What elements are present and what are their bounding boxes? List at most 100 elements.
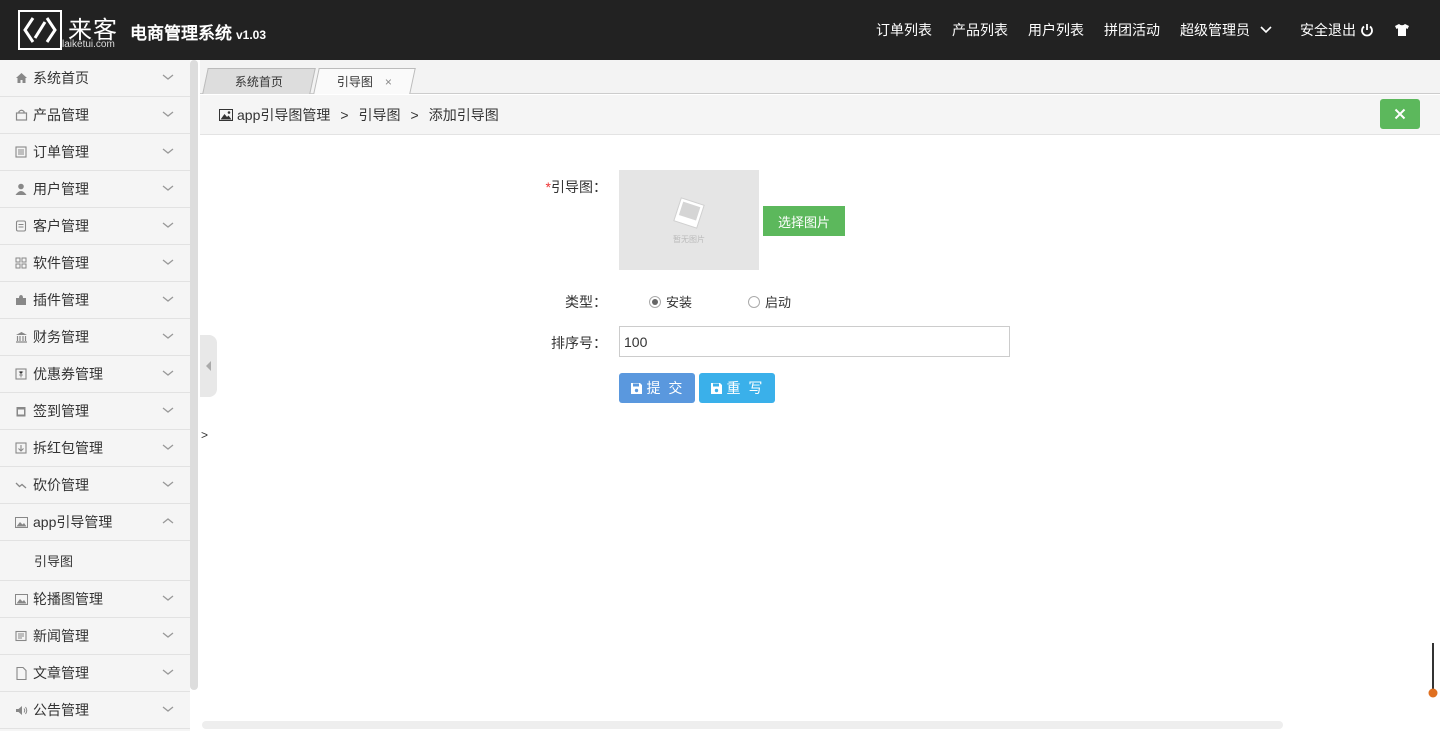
sidebar-item-carousel[interactable]: 轮播图管理 [0,581,190,618]
sidebar-scrollbar[interactable] [190,60,198,690]
sidebar-item-plugins[interactable]: 插件管理 [0,282,190,319]
chevron-down-icon [162,595,174,601]
chevron-down-icon [1260,26,1272,34]
breadcrumb-mid[interactable]: 引导图 [359,105,401,125]
chevron-down-icon [162,296,174,302]
trend-icon [14,478,28,492]
submit-button[interactable]: 提 交 [619,373,695,403]
sort-number-input[interactable] [619,326,1010,357]
sidebar: 系统首页 产品管理 订单管理 用户管理 客户管理 软件管理 插件管理 财务管理 [0,60,190,731]
close-icon[interactable]: × [385,75,392,89]
sidebar-item-label: 拆红包管理 [33,440,103,456]
sidebar-collapse-handle[interactable] [200,335,217,397]
puzzle-icon [14,293,28,307]
thermometer-icon [1428,643,1438,699]
sidebar-item-bargain[interactable]: 砍价管理 [0,467,190,504]
chevron-down-icon [162,669,174,675]
chevron-down-icon [162,222,174,228]
sidebar-item-products[interactable]: 产品管理 [0,97,190,134]
radio-checked-icon[interactable] [649,295,661,308]
sidebar-item-coupons[interactable]: 优惠券管理 [0,356,190,393]
sidebar-item-label: app引导管理 [33,514,113,530]
submit-label: 提 交 [646,380,685,396]
save-icon [710,382,722,394]
redpacket-icon [14,441,28,455]
chevron-down-icon [162,111,174,117]
chevron-down-icon [162,632,174,638]
horizontal-scrollbar[interactable] [202,721,1283,729]
choose-image-button[interactable]: 选择图片 [763,206,845,236]
sidebar-item-software[interactable]: 软件管理 [0,245,190,282]
nav-group-buy[interactable]: 拼团活动 [1104,20,1160,40]
tab-guide-image[interactable]: 引导图 × [313,68,416,94]
logout-label: 安全退出 [1300,22,1356,38]
sidebar-item-finance[interactable]: 财务管理 [0,319,190,356]
photo-placeholder-icon [673,196,705,229]
sidebar-item-label: 新闻管理 [33,628,89,644]
image-label-text: 引导图： [551,179,607,195]
client-icon [14,219,28,233]
tab-home[interactable]: 系统首页 [202,68,316,94]
logout-button[interactable]: 安全退出 [1300,20,1374,40]
caret-left-icon [206,361,211,371]
grid-icon [14,256,28,270]
tab-label: 引导图 [336,75,373,89]
user-icon [14,182,28,196]
image-preview: 暂无图片 [619,170,759,270]
sidebar-item-news[interactable]: 新闻管理 [0,618,190,655]
radio-install[interactable]: 安装 [649,292,692,311]
sidebar-item-label: 插件管理 [33,292,89,308]
nav-user-list[interactable]: 用户列表 [1028,20,1084,40]
close-page-button[interactable] [1380,99,1420,129]
calendar-icon [14,404,28,418]
list-icon [14,145,28,159]
radio-unchecked-icon[interactable] [748,295,760,308]
chevron-down-icon [162,185,174,191]
sidebar-item-label: 文章管理 [33,665,89,681]
sidebar-subitem-guide-image[interactable]: 引导图 [0,541,190,581]
image-placeholder-text: 暂无图片 [673,234,705,244]
reset-button[interactable]: 重 写 [699,373,775,403]
chevron-down-icon [162,481,174,487]
sidebar-item-home[interactable]: 系统首页 [0,60,190,97]
sidebar-item-label: 客户管理 [33,218,89,234]
news-icon [14,629,28,643]
save-icon [630,382,642,394]
sidebar-item-notices[interactable]: 公告管理 [0,692,190,729]
chevron-down-icon [162,148,174,154]
sidebar-item-clients[interactable]: 客户管理 [0,208,190,245]
sidebar-item-users[interactable]: 用户管理 [0,171,190,208]
breadcrumb-root[interactable]: app引导图管理 [237,105,330,125]
sidebar-item-label: 轮播图管理 [33,591,103,607]
app-title-text: 电商管理系统 [130,24,232,43]
chevron-down-icon [162,259,174,265]
picture-icon [14,592,28,606]
chevron-up-icon [162,518,174,524]
admin-menu[interactable]: 超级管理员 [1180,20,1272,40]
close-icon [1394,108,1406,120]
sidebar-item-label: 订单管理 [33,144,89,160]
image-field-label: *引导图： [487,177,607,197]
nav-order-list[interactable]: 订单列表 [876,20,932,40]
stray-text: > [201,428,209,442]
radio-launch[interactable]: 启动 [748,292,791,311]
image-icon [14,515,28,529]
sidebar-item-label: 公告管理 [33,702,89,718]
tshirt-icon[interactable] [1394,23,1410,37]
sidebar-item-orders[interactable]: 订单管理 [0,134,190,171]
logo-icon [18,10,62,50]
sort-field-label: 排序号： [551,335,607,351]
nav-product-list[interactable]: 产品列表 [952,20,1008,40]
sidebar-item-label: 系统首页 [33,70,89,86]
breadcrumb: app引导图管理 > 引导图 > 添加引导图 [200,95,1440,135]
sidebar-item-checkin[interactable]: 签到管理 [0,393,190,430]
tab-bar: 系统首页 引导图 × [200,60,1440,94]
sidebar-item-articles[interactable]: 文章管理 [0,655,190,692]
top-nav: 订单列表 产品列表 用户列表 拼团活动 超级管理员 安全退出 [876,0,1440,60]
sidebar-item-redpacket[interactable]: 拆红包管理 [0,430,190,467]
sidebar-item-app-guide[interactable]: app引导管理 [0,504,190,541]
top-header: 来客 laiketui.com 电商管理系统 v1.03 订单列表 产品列表 用户… [0,0,1440,60]
home-icon [14,71,28,85]
chevron-down-icon [162,706,174,712]
sidebar-item-label: 砍价管理 [33,477,89,493]
